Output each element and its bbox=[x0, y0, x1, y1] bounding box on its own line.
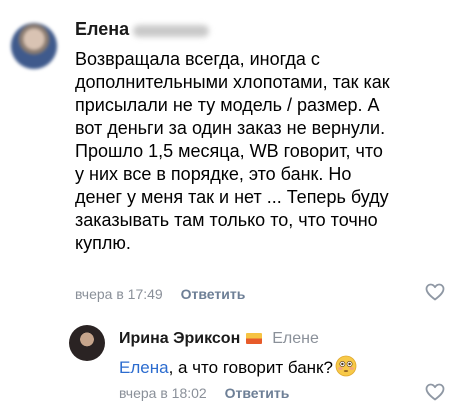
heart-outline-icon bbox=[425, 283, 445, 301]
comment-line: куплю. bbox=[75, 233, 131, 253]
comment-text: Возвращала всегда, иногда с дополнительн… bbox=[75, 48, 445, 255]
reply-text-body: , а что говорит банк? bbox=[168, 358, 333, 377]
comment-line: заказывать там только то, что точно bbox=[75, 210, 378, 230]
like-button[interactable] bbox=[425, 383, 445, 401]
like-button[interactable] bbox=[425, 283, 445, 301]
flag-badge-icon bbox=[246, 333, 263, 345]
reply-button[interactable]: Ответить bbox=[181, 286, 246, 302]
blurred-surname bbox=[133, 24, 210, 37]
reply-author: Ирина Эриксон Елене bbox=[119, 330, 319, 348]
comment-line: вот деньги за один заказ не вернули. bbox=[75, 118, 386, 138]
comment-timestamp: вчера в 17:49 bbox=[75, 286, 163, 302]
reply-avatar[interactable] bbox=[69, 325, 105, 361]
reply-text: Елена, а что говорит банк? bbox=[119, 355, 357, 378]
avatar[interactable] bbox=[11, 23, 57, 69]
comment-line: присылали не ту модель / размер. А bbox=[75, 95, 380, 115]
comment-meta: вчера в 17:49 Ответить bbox=[75, 286, 245, 302]
reply-to-name[interactable]: Елене bbox=[272, 330, 319, 347]
comment-line: дополнительными хлопотами, так как bbox=[75, 72, 390, 92]
reply-button[interactable]: Ответить bbox=[225, 385, 290, 401]
comment-line: Прошло 1,5 месяца, WB говорит, что bbox=[75, 141, 383, 161]
reply-meta: вчера в 18:02 Ответить bbox=[119, 385, 289, 401]
reply-author-name[interactable]: Ирина Эриксон bbox=[119, 330, 240, 347]
comment-author: Елена bbox=[75, 19, 210, 41]
comment-line: Возвращала всегда, иногда с bbox=[75, 49, 320, 69]
flushed-face-emoji bbox=[335, 355, 357, 377]
comment-line: у них все в порядке, это банк. Но bbox=[75, 164, 352, 184]
reply-timestamp: вчера в 18:02 bbox=[119, 385, 207, 401]
mention-link[interactable]: Елена bbox=[119, 358, 169, 377]
comment-line: денег у меня так и нет ... Теперь буду bbox=[75, 187, 389, 207]
author-name[interactable]: Елена bbox=[75, 19, 129, 39]
heart-outline-icon bbox=[425, 383, 445, 401]
